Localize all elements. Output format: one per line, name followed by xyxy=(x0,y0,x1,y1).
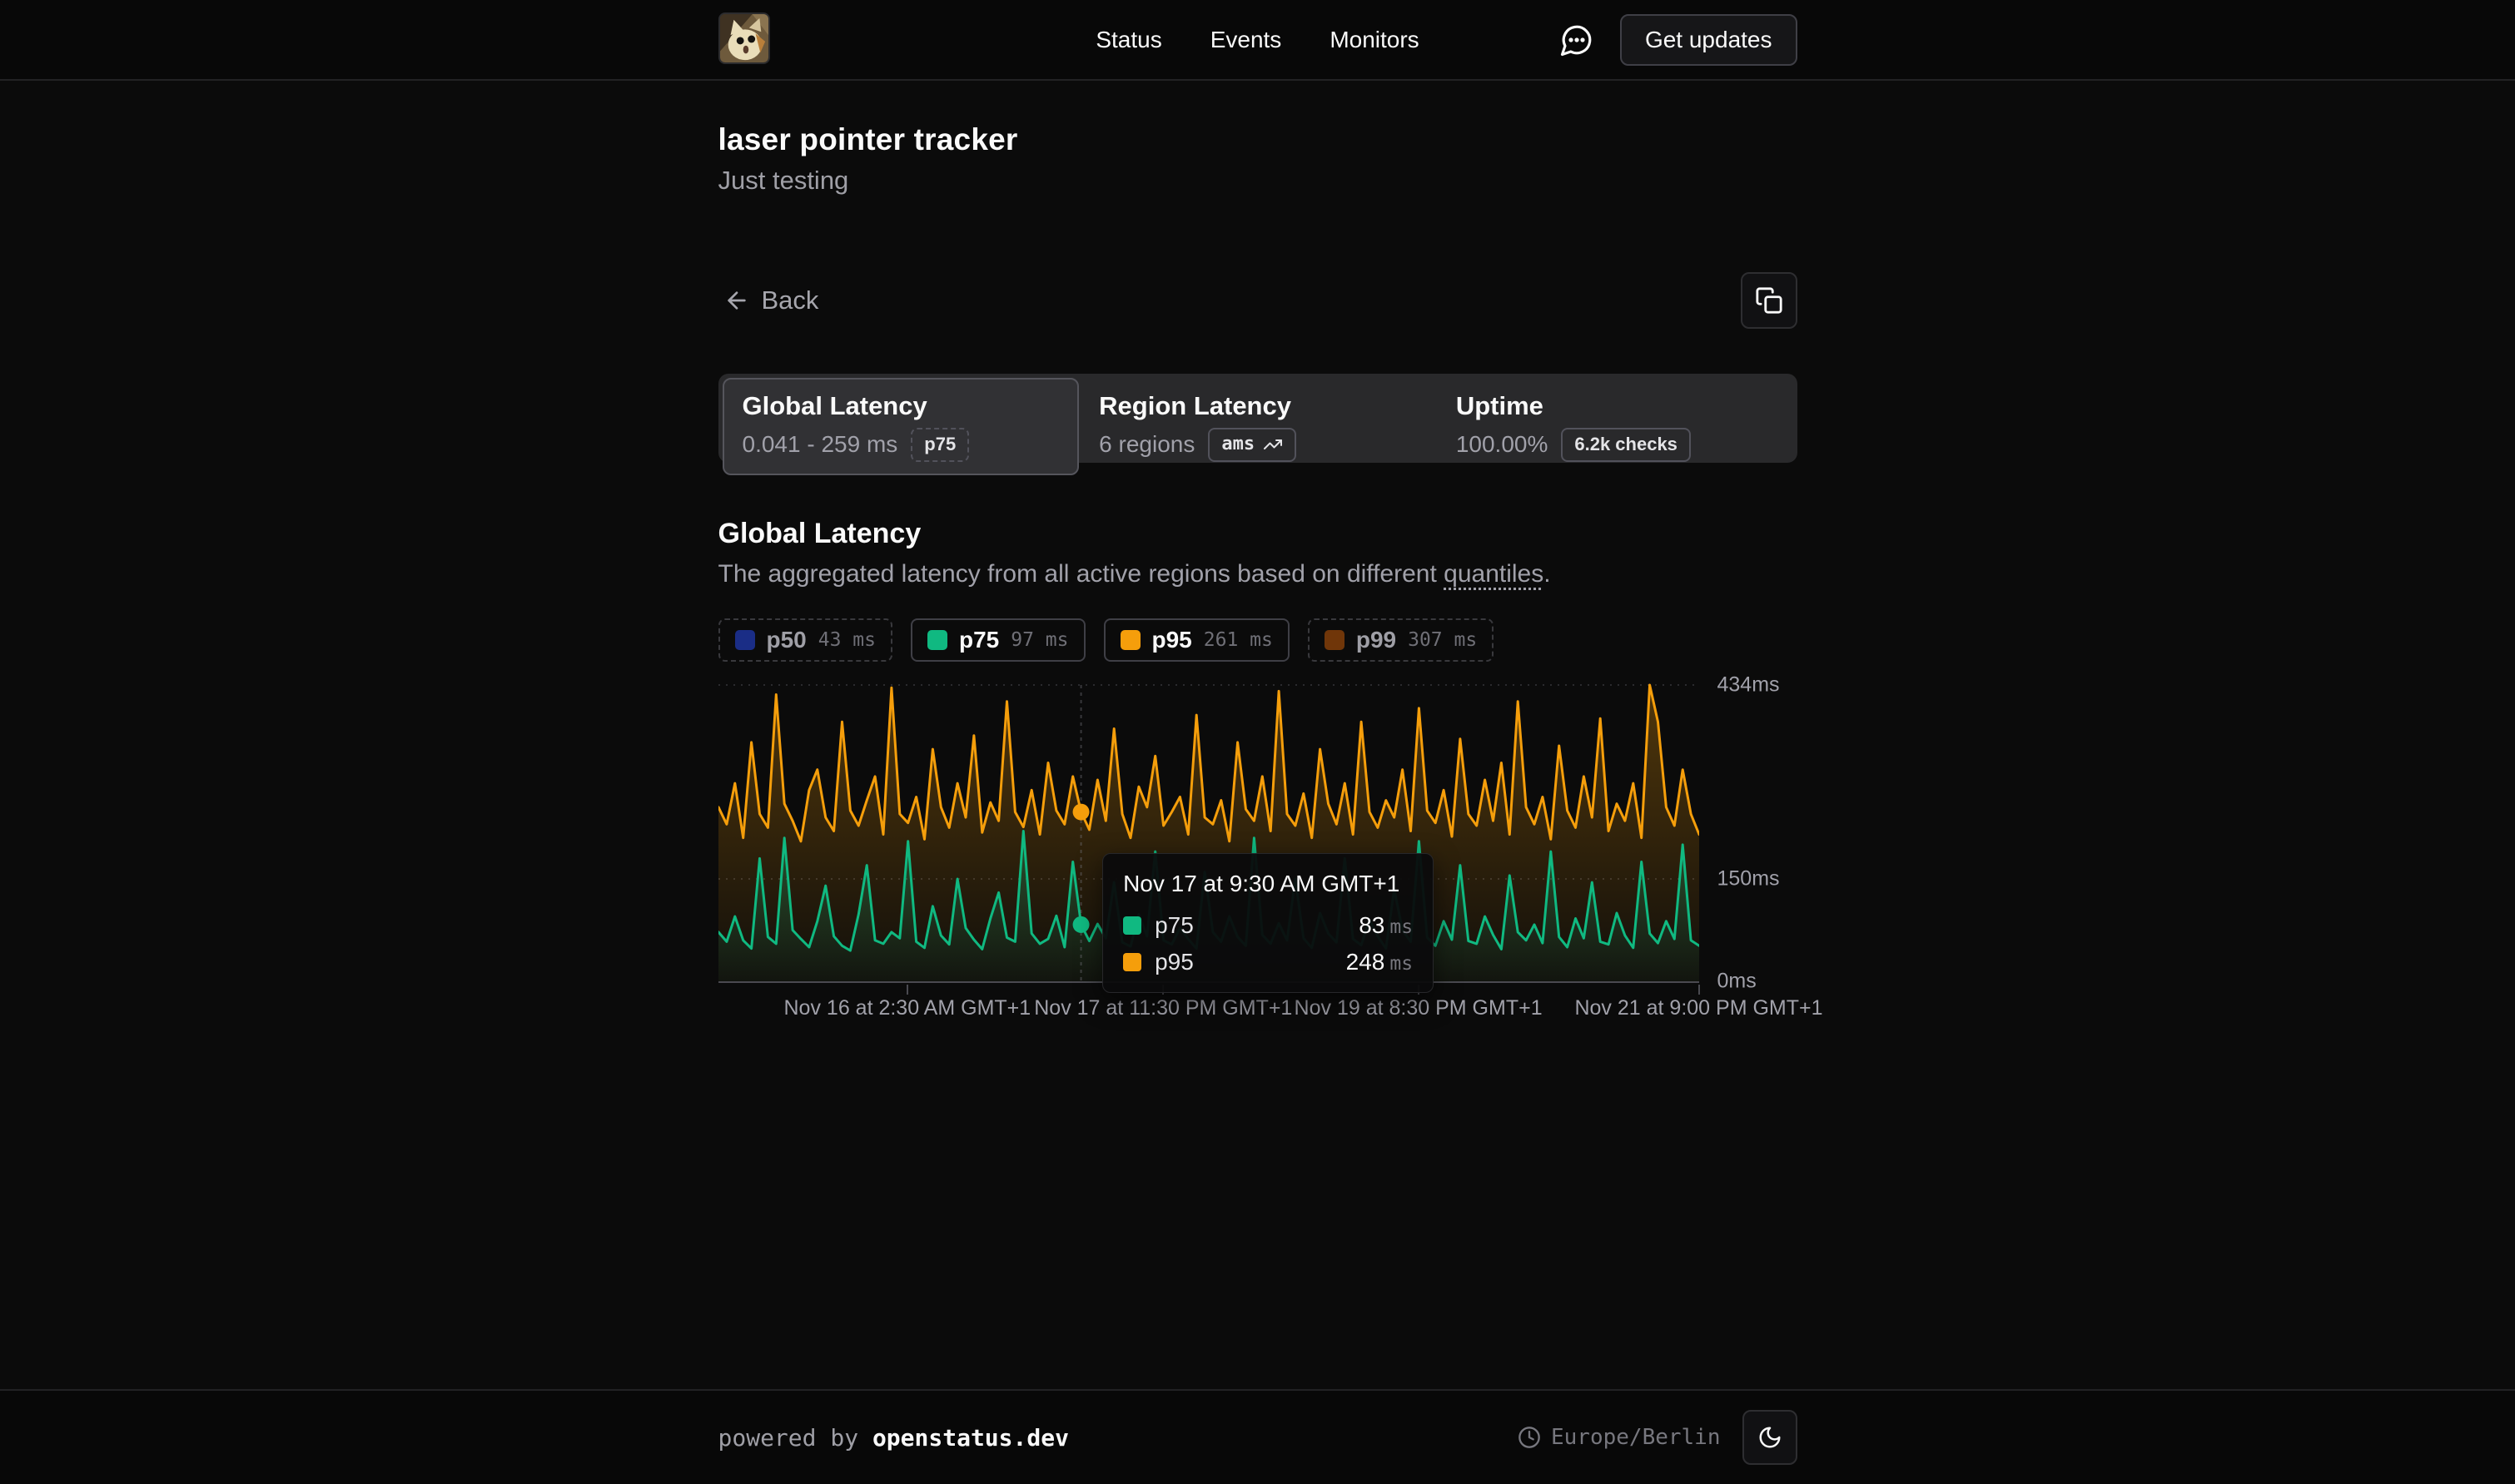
tooltip-p95-value: 248 xyxy=(1346,949,1385,975)
theme-toggle-button[interactable] xyxy=(1742,1410,1797,1465)
quantile-legend: p50 43 ms p75 97 ms p95 261 ms p99 307 m… xyxy=(718,618,1797,662)
xtick-nov21: Nov 21 at 9:00 PM GMT+1 xyxy=(1574,996,1822,1020)
tab-global-latency-title: Global Latency xyxy=(743,391,1060,421)
get-updates-button[interactable]: Get updates xyxy=(1620,14,1797,66)
p50-value: 43 ms xyxy=(818,629,876,651)
checks-count-badge: 6.2k checks xyxy=(1561,428,1691,462)
legend-toggle-p50[interactable]: p50 43 ms xyxy=(718,618,893,662)
chart-tooltip: Nov 17 at 9:30 AM GMT+1 p75 83 ms p95 24… xyxy=(1102,853,1434,993)
metric-tabs: Global Latency 0.041 - 259 ms p75 Region… xyxy=(718,374,1797,463)
toolbar-row: Back xyxy=(718,272,1797,329)
tooltip-p75-unit: ms xyxy=(1389,916,1413,938)
tab-uptime-title: Uptime xyxy=(1456,391,1773,421)
ytick-150ms: 150ms xyxy=(1717,866,1780,891)
chat-bubble-icon xyxy=(1559,22,1594,57)
timezone-label: Europe/Berlin xyxy=(1551,1425,1721,1450)
tab-region-latency-title: Region Latency xyxy=(1099,391,1416,421)
nav-links: Status Events Monitors xyxy=(1096,27,1419,53)
moon-icon xyxy=(1757,1425,1782,1450)
p95-label: p95 xyxy=(1152,627,1192,653)
page-footer: powered by openstatus.dev Europe/Berlin xyxy=(0,1389,2515,1484)
page-subtitle: Just testing xyxy=(718,166,1797,196)
page-title: laser pointer tracker xyxy=(718,122,1797,157)
p50-swatch xyxy=(735,630,755,650)
tooltip-row-p75: p75 83 ms xyxy=(1123,912,1413,939)
copy-link-button[interactable] xyxy=(1741,272,1797,329)
p95-value: 261 ms xyxy=(1204,629,1273,651)
tooltip-p95-swatch xyxy=(1123,953,1141,971)
back-label: Back xyxy=(762,285,819,315)
timezone-display: Europe/Berlin xyxy=(1518,1425,1721,1450)
powered-by-link[interactable]: powered by openstatus.dev xyxy=(718,1424,1069,1452)
nav-link-events[interactable]: Events xyxy=(1210,27,1282,53)
quantiles-link[interactable]: quantiles xyxy=(1444,560,1543,588)
xtick-nov17: Nov 17 at 11:30 PM GMT+1 xyxy=(1034,996,1292,1020)
tab-global-latency-range: 0.041 - 259 ms xyxy=(743,431,898,458)
p95-swatch xyxy=(1121,630,1141,650)
page-head: laser pointer tracker Just testing xyxy=(718,81,1797,196)
p75-value: 97 ms xyxy=(1011,629,1068,651)
tooltip-timestamp: Nov 17 at 9:30 AM GMT+1 xyxy=(1123,871,1413,897)
xtick-mark xyxy=(907,985,908,995)
p50-label: p50 xyxy=(767,627,807,653)
cat-logo-image xyxy=(720,14,768,62)
p99-value: 307 ms xyxy=(1408,629,1477,651)
legend-toggle-p95[interactable]: p95 261 ms xyxy=(1104,618,1290,662)
ytick-0ms: 0ms xyxy=(1717,970,1757,994)
legend-toggle-p99[interactable]: p99 307 ms xyxy=(1308,618,1494,662)
ytick-434ms: 434ms xyxy=(1717,673,1780,697)
description-period: . xyxy=(1543,560,1550,588)
chart-section-title: Global Latency xyxy=(718,518,1797,550)
tooltip-row-p95: p95 248 ms xyxy=(1123,949,1413,975)
p75-swatch xyxy=(927,630,947,650)
latency-chart[interactable]: 434ms 150ms 0ms Nov 16 at 2:30 AM GMT+1 … xyxy=(718,677,1797,1020)
clock-icon xyxy=(1518,1426,1541,1449)
tab-uptime-percentage: 100.00% xyxy=(1456,431,1548,458)
powered-by-text: powered by xyxy=(718,1424,872,1452)
status-page-logo[interactable] xyxy=(718,12,770,64)
p75-label: p75 xyxy=(959,627,999,653)
chart-section-description: The aggregated latency from all active r… xyxy=(718,560,1797,588)
tab-global-latency[interactable]: Global Latency 0.041 - 259 ms p75 xyxy=(723,378,1080,475)
p99-swatch xyxy=(1325,630,1344,650)
nav-link-status[interactable]: Status xyxy=(1096,27,1161,53)
tooltip-p95-unit: ms xyxy=(1389,953,1413,975)
arrow-left-icon xyxy=(723,287,750,314)
openstatus-brand: openstatus.dev xyxy=(872,1424,1069,1452)
p99-label: p99 xyxy=(1356,627,1396,653)
description-text: The aggregated latency from all active r… xyxy=(718,560,1444,588)
xtick-nov19: Nov 19 at 8:30 PM GMT+1 xyxy=(1295,996,1543,1020)
nav-left xyxy=(718,12,1096,67)
main-content: laser pointer tracker Just testing Back … xyxy=(0,81,2515,1389)
tooltip-p75-label: p75 xyxy=(1155,912,1194,939)
xtick-mark xyxy=(1698,985,1700,995)
tab-region-latency[interactable]: Region Latency 6 regions ams xyxy=(1079,378,1436,475)
trending-up-icon xyxy=(1263,434,1283,454)
tab-uptime[interactable]: Uptime 100.00% 6.2k checks xyxy=(1436,378,1793,475)
top-navigation: Status Events Monitors Get updates xyxy=(0,0,2515,81)
tooltip-p75-value: 83 xyxy=(1359,912,1384,939)
feedback-chat-button[interactable] xyxy=(1555,18,1598,62)
back-button[interactable]: Back xyxy=(718,277,824,324)
copy-icon xyxy=(1755,286,1783,315)
region-ams-label: ams xyxy=(1221,433,1255,457)
p75-badge: p75 xyxy=(911,428,969,462)
region-ams-badge: ams xyxy=(1208,428,1296,462)
nav-right: Get updates xyxy=(1419,14,1797,66)
tooltip-p95-label: p95 xyxy=(1155,949,1194,975)
legend-toggle-p75[interactable]: p75 97 ms xyxy=(911,618,1086,662)
nav-link-monitors[interactable]: Monitors xyxy=(1330,27,1419,53)
section-head: Global Latency The aggregated latency fr… xyxy=(718,518,1797,588)
tooltip-p75-swatch xyxy=(1123,916,1141,935)
tab-region-latency-count: 6 regions xyxy=(1099,431,1195,458)
xtick-nov16: Nov 16 at 2:30 AM GMT+1 xyxy=(784,996,1031,1020)
